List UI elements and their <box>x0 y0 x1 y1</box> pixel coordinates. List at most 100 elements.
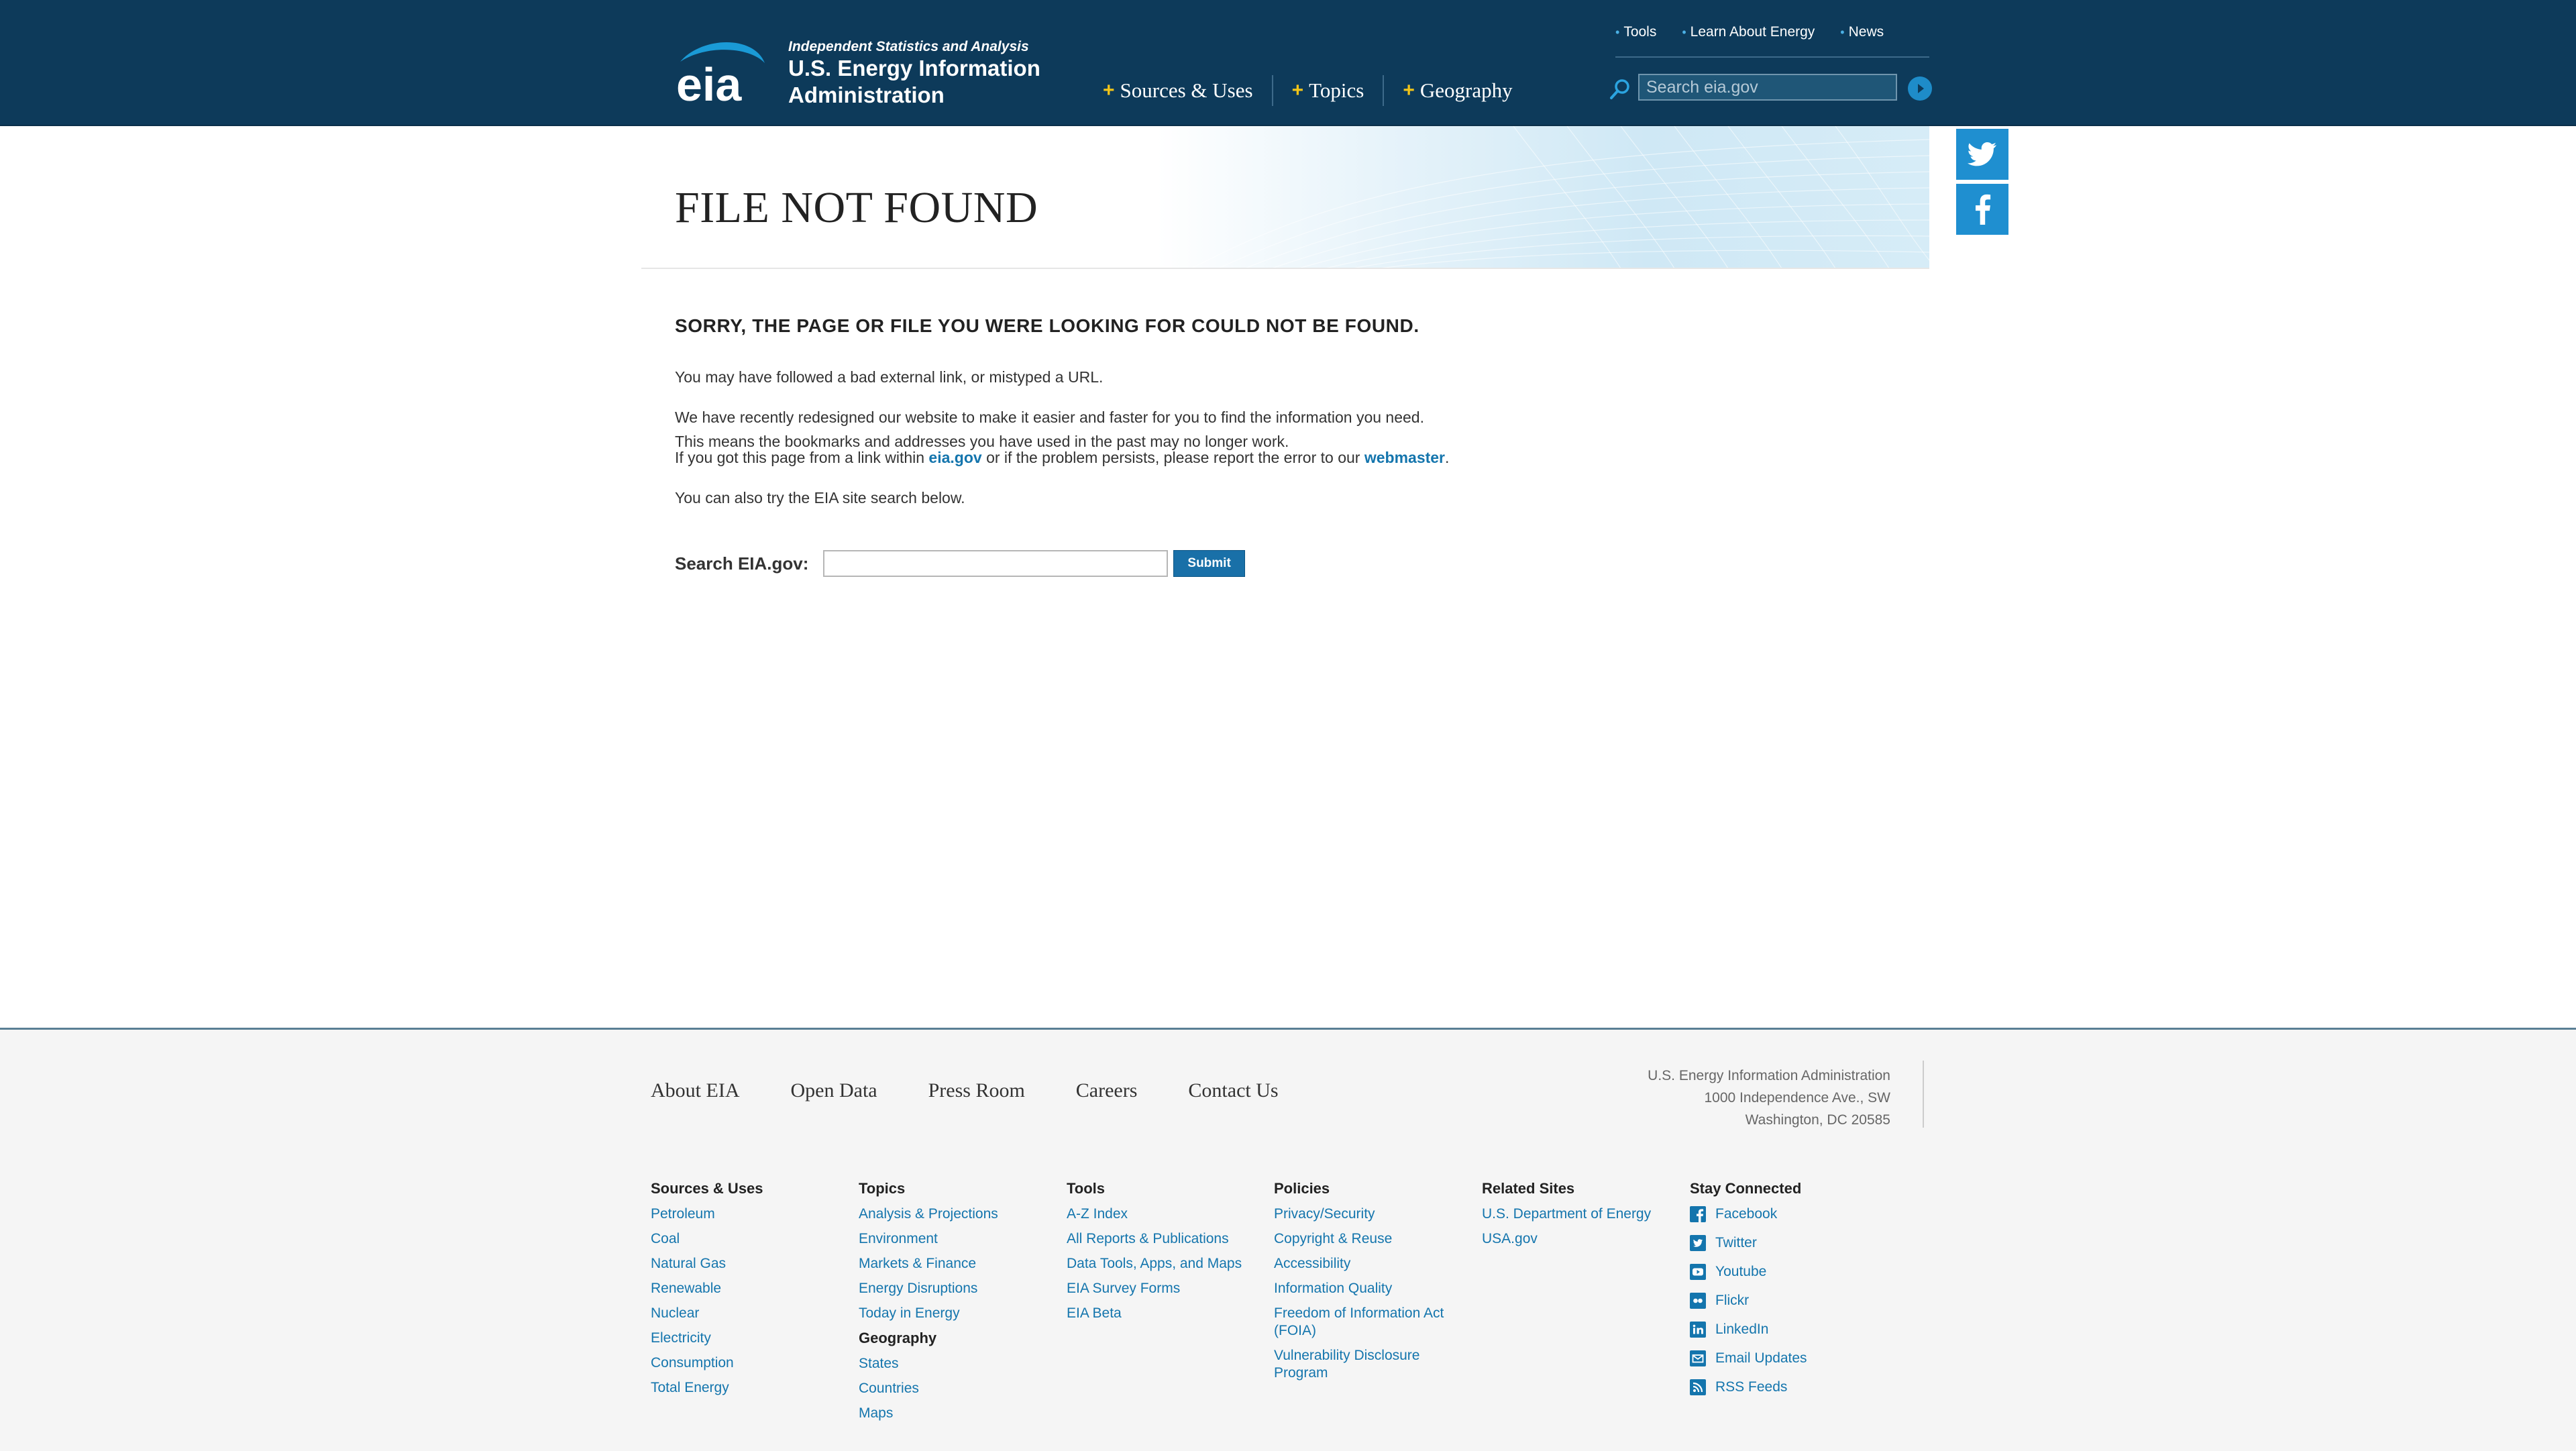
footer-link-petroleum[interactable]: Petroleum <box>651 1205 852 1223</box>
svg-text:eia: eia <box>676 58 742 106</box>
footer-col-heading: Tools <box>1067 1180 1106 1197</box>
agency-name-line1: U.S. Energy Information <box>788 56 1040 80</box>
stay-connected-label: Email Updates <box>1715 1350 1807 1366</box>
util-label: News <box>1848 24 1884 40</box>
footer-youtube-link[interactable]: Youtube <box>1690 1263 1891 1281</box>
footer-col-related-sites: Related Sites U.S. Department of Energy … <box>1482 1180 1683 1255</box>
address-line: 1000 Independence Ave., SW <box>1704 1090 1891 1106</box>
footer-link-az-index[interactable]: A-Z Index <box>1067 1205 1268 1223</box>
footer-link-states[interactable]: States <box>859 1355 1060 1373</box>
email-icon <box>1690 1350 1706 1366</box>
footer-press-room-link[interactable]: Press Room <box>928 1079 1025 1102</box>
footer-link-total-energy[interactable]: Total Energy <box>651 1379 852 1397</box>
nav-topics[interactable]: + Topics <box>1271 75 1383 106</box>
util-learn-link[interactable]: • Learn About Energy <box>1682 24 1815 40</box>
footer-about-link[interactable]: About EIA <box>651 1079 739 1102</box>
footer-careers-link[interactable]: Careers <box>1076 1079 1138 1102</box>
footer-address: U.S. Energy Information Administration 1… <box>1543 1065 1890 1131</box>
util-news-link[interactable]: • News <box>1840 24 1884 40</box>
paragraph-text: or if the problem persists, please repor… <box>981 449 1364 466</box>
footer-link-today-in-energy[interactable]: Today in Energy <box>859 1305 1060 1322</box>
plus-icon: + <box>1403 79 1415 101</box>
plus-icon: + <box>1103 79 1115 101</box>
footer-link-eia-beta[interactable]: EIA Beta <box>1067 1305 1268 1322</box>
stay-connected-label: RSS Feeds <box>1715 1379 1788 1395</box>
footer-link-countries[interactable]: Countries <box>859 1380 1060 1397</box>
footer-link-survey-forms[interactable]: EIA Survey Forms <box>1067 1280 1268 1297</box>
util-tools-link[interactable]: • Tools <box>1615 24 1656 40</box>
utility-divider <box>1615 56 1929 58</box>
footer-col-topics: Topics Analysis & Projections Environmen… <box>859 1180 1060 1430</box>
eia-logo-icon: eia <box>676 42 765 111</box>
site-header: eia Independent Statistics and Analysis … <box>0 0 2576 126</box>
paragraph-text: . <box>1445 449 1450 466</box>
footer-open-data-link[interactable]: Open Data <box>790 1079 877 1102</box>
footer-col-subheading: Geography <box>859 1330 937 1346</box>
facebook-share-button[interactable] <box>1956 184 2008 235</box>
footer-link-doe[interactable]: U.S. Department of Energy <box>1482 1205 1683 1223</box>
error-paragraph-1: You may have followed a bad external lin… <box>675 368 1104 386</box>
flickr-icon <box>1690 1293 1706 1309</box>
site-search-form: Search EIA.gov: Submit <box>675 550 1245 577</box>
footer-link-consumption[interactable]: Consumption <box>651 1354 852 1372</box>
stay-connected-label: Twitter <box>1715 1235 1757 1250</box>
footer-email-updates-link[interactable]: Email Updates <box>1690 1350 1891 1367</box>
footer-col-policies: Policies Privacy/Security Copyright & Re… <box>1274 1180 1475 1389</box>
submit-button[interactable]: Submit <box>1173 550 1245 577</box>
footer-contact-link[interactable]: Contact Us <box>1188 1079 1278 1102</box>
header-search-go-button[interactable] <box>1908 76 1932 101</box>
footer-col-heading: Topics <box>859 1180 906 1197</box>
site-search-input[interactable] <box>823 550 1169 577</box>
linkedin-icon <box>1690 1322 1706 1338</box>
footer-linkedin-link[interactable]: LinkedIn <box>1690 1321 1891 1338</box>
footer-facebook-link[interactable]: Facebook <box>1690 1205 1891 1223</box>
plus-icon: + <box>1291 79 1304 101</box>
footer-link-coal[interactable]: Coal <box>651 1230 852 1248</box>
footer-link-markets-finance[interactable]: Markets & Finance <box>859 1255 1060 1273</box>
footer-link-all-reports[interactable]: All Reports & Publications <box>1067 1230 1268 1248</box>
footer-twitter-link[interactable]: Twitter <box>1690 1234 1891 1252</box>
agency-name-line2: Administration <box>788 83 945 107</box>
twitter-icon <box>1968 142 1997 166</box>
footer-link-electricity[interactable]: Electricity <box>651 1330 852 1347</box>
footer-col-heading: Sources & Uses <box>651 1180 763 1197</box>
footer-link-environment[interactable]: Environment <box>859 1230 1060 1248</box>
webmaster-link[interactable]: webmaster <box>1364 449 1445 466</box>
nav-sources-uses[interactable]: + Sources & Uses <box>1097 75 1272 106</box>
arrow-right-icon <box>1918 84 1924 93</box>
footer-link-natural-gas[interactable]: Natural Gas <box>651 1255 852 1273</box>
site-footer: About EIA Open Data Press Room Careers C… <box>0 1028 2576 1451</box>
footer-col-heading: Policies <box>1274 1180 1330 1197</box>
nav-geography[interactable]: + Geography <box>1383 75 1531 106</box>
footer-link-accessibility[interactable]: Accessibility <box>1274 1255 1475 1273</box>
footer-link-information-quality[interactable]: Information Quality <box>1274 1280 1475 1297</box>
footer-link-renewable[interactable]: Renewable <box>651 1280 852 1297</box>
footer-link-energy-disruptions[interactable]: Energy Disruptions <box>859 1280 1060 1297</box>
eia-logo[interactable]: eia <box>675 39 767 111</box>
main-nav: + Sources & Uses + Topics + Geography <box>1097 75 1532 106</box>
footer-link-vulnerability-disclosure[interactable]: Vulnerability Disclosure Program <box>1274 1347 1468 1382</box>
footer-link-maps[interactable]: Maps <box>859 1405 1060 1422</box>
footer-link-privacy[interactable]: Privacy/Security <box>1274 1205 1475 1223</box>
footer-link-data-tools[interactable]: Data Tools, Apps, and Maps <box>1067 1255 1268 1273</box>
error-paragraph-2-line1: We have recently redesigned our website … <box>675 409 1424 426</box>
rss-icon <box>1690 1379 1706 1395</box>
footer-flickr-link[interactable]: Flickr <box>1690 1292 1891 1309</box>
footer-rss-link[interactable]: RSS Feeds <box>1690 1379 1891 1396</box>
nav-label: Topics <box>1309 78 1364 102</box>
site-search-label: Search EIA.gov: <box>675 553 809 574</box>
header-search-input[interactable] <box>1638 74 1897 101</box>
bullet-icon: • <box>1615 25 1620 39</box>
footer-link-nuclear[interactable]: Nuclear <box>651 1305 852 1322</box>
eia-gov-link[interactable]: eia.gov <box>928 449 981 466</box>
footer-link-foia[interactable]: Freedom of Information Act (FOIA) <box>1274 1305 1468 1340</box>
twitter-share-button[interactable] <box>1956 129 2008 180</box>
footer-link-copyright[interactable]: Copyright & Reuse <box>1274 1230 1475 1248</box>
bullet-icon: • <box>1840 25 1845 39</box>
error-heading: SORRY, THE PAGE OR FILE YOU WERE LOOKING… <box>675 315 1419 336</box>
agency-name[interactable]: U.S. Energy Information Administration <box>788 55 1040 109</box>
logo-tagline: Independent Statistics and Analysis <box>788 39 1029 54</box>
main-content: SORRY, THE PAGE OR FILE YOU WERE LOOKING… <box>675 315 1882 577</box>
footer-link-analysis-projections[interactable]: Analysis & Projections <box>859 1205 1060 1223</box>
footer-link-usa-gov[interactable]: USA.gov <box>1482 1230 1683 1248</box>
